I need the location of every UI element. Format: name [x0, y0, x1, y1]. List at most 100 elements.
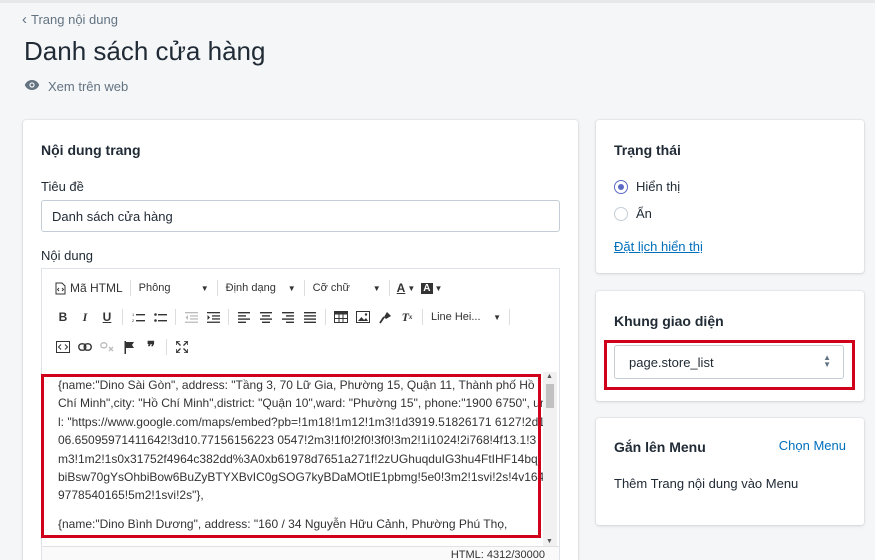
unordered-list-icon[interactable] [149, 307, 171, 327]
toolbar-separator [122, 309, 123, 325]
scrollbar-thumb[interactable] [546, 384, 554, 408]
font-dropdown-label: Phông [138, 282, 171, 294]
template-select-value: page.store_list [629, 355, 714, 370]
caret-down-icon: ▼ [407, 283, 416, 293]
toolbar-separator [388, 280, 390, 296]
menu-card: Gắn lên Menu Chọn Menu Thêm Trang nội du… [596, 418, 864, 525]
rich-text-editor: Mã HTML Phông▼ Định dạng▼ Cỡ chữ▼ A▼ [41, 268, 560, 560]
caret-down-icon: ▼ [434, 283, 443, 293]
format-painter-icon[interactable] [374, 307, 396, 327]
select-arrows-icon: ▲ ▼ [823, 353, 831, 369]
editor-scrollbar[interactable]: ▲ ▼ [543, 372, 557, 546]
status-card: Trạng thái Hiển thị Ẩn Đặt lịch hiển thị [596, 120, 864, 273]
back-link[interactable]: ‹ Trang nội dung [22, 12, 118, 27]
align-center-icon[interactable] [255, 307, 277, 327]
view-on-web-label: Xem trên web [48, 79, 129, 94]
template-card-heading: Khung giao diện [614, 313, 724, 329]
line-height-dropdown-label: Line Hei... [431, 311, 481, 323]
format-dropdown-label: Định dạng [225, 282, 276, 294]
table-icon[interactable] [330, 307, 352, 327]
content-label: Nội dung [41, 248, 94, 263]
file-code-icon [55, 282, 66, 294]
title-input[interactable]: Danh sách cửa hàng [41, 200, 560, 232]
toolbar-separator [166, 339, 167, 355]
radio-checked-icon [614, 179, 628, 194]
eye-icon [24, 79, 40, 94]
radio-unchecked-icon [614, 206, 628, 221]
align-justify-icon[interactable] [299, 307, 321, 327]
toolbar-row-2: B I U 12 Tx Line Hei... ▼ [52, 306, 514, 328]
radio-hidden[interactable]: Ẩn [614, 206, 652, 221]
title-label: Tiêu đề [41, 179, 84, 194]
toolbar-separator [175, 309, 176, 325]
toolbar-separator [303, 280, 305, 296]
toolbar-separator [216, 280, 218, 296]
chevron-left-icon: ‹ [22, 11, 27, 28]
font-size-dropdown-label: Cỡ chữ [312, 282, 350, 294]
editor-status-bar: HTML: 4312/30000 [42, 546, 559, 560]
radio-visible[interactable]: Hiển thị [614, 179, 680, 194]
underline-icon[interactable]: U [96, 307, 118, 327]
editor-toolbar: Mã HTML Phông▼ Định dạng▼ Cỡ chữ▼ A▼ [42, 269, 559, 364]
toolbar-row-1: Mã HTML Phông▼ Định dạng▼ Cỡ chữ▼ A▼ [52, 277, 445, 299]
editor-content[interactable]: {name:"Dino Sài Gòn", address: "Tầng 3, … [42, 372, 559, 546]
bold-icon[interactable]: B [52, 307, 74, 327]
link-icon[interactable] [74, 337, 96, 357]
caret-down-icon: ▼ [200, 283, 209, 293]
html-character-count: HTML: 4312/30000 [450, 549, 545, 560]
view-on-web-link[interactable]: Xem trên web [24, 79, 128, 94]
toolbar-separator [325, 309, 326, 325]
html-code-label: Mã HTML [70, 281, 123, 295]
page-title: Danh sách cửa hàng [24, 36, 266, 66]
template-select[interactable]: page.store_list ▲ ▼ [614, 345, 844, 379]
schedule-visibility-link[interactable]: Đặt lịch hiển thị [614, 239, 703, 254]
code-view-icon[interactable] [52, 337, 74, 357]
page-content-card: Nội dung trang Tiêu đề Danh sách cửa hàn… [23, 120, 578, 560]
align-left-icon[interactable] [233, 307, 255, 327]
ordered-list-icon[interactable]: 12 [127, 307, 149, 327]
radio-visible-label: Hiển thị [636, 179, 681, 194]
scroll-down-arrow-icon[interactable]: ▼ [546, 538, 553, 545]
text-color-button[interactable]: A ▼ [394, 278, 419, 298]
menu-card-description: Thêm Trang nội dung vào Menu [614, 476, 799, 491]
background-color-icon: A [421, 282, 433, 294]
quote-icon[interactable]: ❞ [140, 337, 162, 357]
toolbar-separator [129, 280, 131, 296]
font-size-dropdown[interactable]: Cỡ chữ ▼ [309, 278, 385, 298]
svg-text:1: 1 [132, 312, 135, 317]
outdent-icon[interactable] [180, 307, 202, 327]
indent-icon[interactable] [202, 307, 224, 327]
back-link-label: Trang nội dung [31, 12, 118, 27]
caret-down-icon: ▼ [287, 283, 296, 293]
menu-card-heading: Gắn lên Menu [614, 439, 706, 455]
template-card: Khung giao diện page.store_list ▲ ▼ [596, 291, 864, 401]
radio-hidden-label: Ẩn [636, 206, 652, 221]
caret-down-icon: ▼ [493, 312, 501, 322]
unlink-icon[interactable] [96, 337, 118, 357]
editor-paragraph: {name:"Dino Bình Dương", address: "160 /… [58, 516, 508, 531]
choose-menu-link[interactable]: Chọn Menu [779, 438, 846, 453]
html-code-button[interactable]: Mã HTML [52, 278, 126, 298]
top-divider [0, 0, 875, 3]
toolbar-row-3: ❞ [52, 336, 193, 358]
flag-icon[interactable] [118, 337, 140, 357]
format-dropdown[interactable]: Định dạng ▼ [222, 278, 300, 298]
fullscreen-icon[interactable] [171, 337, 193, 357]
svg-text:2: 2 [132, 318, 135, 323]
content-card-heading: Nội dung trang [41, 142, 141, 158]
status-card-heading: Trạng thái [614, 142, 681, 158]
text-color-icon: A [396, 281, 406, 295]
toolbar-separator [228, 309, 229, 325]
toolbar-separator [509, 309, 510, 325]
editor-paragraph: {name:"Dino Sài Gòn", address: "Tầng 3, … [58, 378, 545, 503]
italic-icon[interactable]: I [74, 307, 96, 327]
toolbar-separator [422, 309, 423, 325]
align-right-icon[interactable] [277, 307, 299, 327]
line-height-dropdown[interactable]: Line Hei... ▼ [427, 307, 505, 327]
background-color-button[interactable]: A ▼ [418, 278, 445, 298]
scroll-up-arrow-icon[interactable]: ▲ [546, 373, 553, 380]
image-icon[interactable] [352, 307, 374, 327]
clear-formatting-icon[interactable]: Tx [396, 307, 418, 327]
caret-down-icon: ▼ [372, 283, 381, 293]
font-dropdown[interactable]: Phông ▼ [135, 278, 213, 298]
